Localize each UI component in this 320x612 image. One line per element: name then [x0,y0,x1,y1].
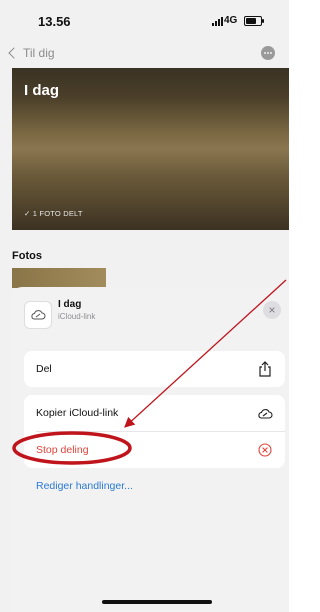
stop-sharing-action[interactable]: Stop deling [24,432,285,468]
share-action-sheet: I dag iCloud-link × Del Kopier iCloud-li… [12,287,289,612]
stop-icon [257,442,273,458]
sheet-album-subtitle: iCloud-link [58,312,96,321]
status-time: 13.56 [38,14,71,29]
link-actions-group: Kopier iCloud-link Stop deling [24,395,285,468]
phone-screen: 13.56 4G Til dig I dag ✓ 1 FOTO DELT Fot… [0,0,289,612]
copy-icloud-link-label: Kopier iCloud-link [36,407,119,419]
share-action[interactable]: Del [24,351,285,387]
shared-photo-count-text: 1 FOTO DELT [32,209,83,218]
album-cover-photo[interactable]: I dag ✓ 1 FOTO DELT [12,68,289,230]
photo-thumbnail[interactable] [12,268,106,288]
stop-sharing-label: Stop deling [36,444,89,456]
back-label: Til dig [23,46,55,60]
check-icon: ✓ [24,209,33,218]
share-group: Del [24,351,285,387]
more-icon[interactable] [261,46,275,60]
cloud-link-icon [257,405,273,421]
chevron-left-icon [8,47,20,59]
network-label: 4G [224,15,238,26]
album-title: I dag [24,82,60,99]
copy-icloud-link-action[interactable]: Kopier iCloud-link [24,395,285,431]
home-indicator [102,600,212,604]
sheet-album-title: I dag [58,299,82,310]
icloud-link-icon [24,301,52,329]
fotos-section-title: Fotos [12,250,42,262]
share-label: Del [36,363,52,375]
battery-icon [244,16,264,26]
close-icon[interactable]: × [263,301,281,319]
shared-photo-count: ✓ 1 FOTO DELT [24,209,83,218]
edit-actions-link[interactable]: Rediger handlinger... [36,480,133,492]
back-button[interactable]: Til dig [8,46,55,60]
share-icon [257,361,273,377]
sheet-header: I dag iCloud-link × [12,287,289,331]
nav-bar: Til dig [0,38,289,68]
status-bar: 13.56 4G [0,0,289,34]
signal-icon [212,17,223,26]
